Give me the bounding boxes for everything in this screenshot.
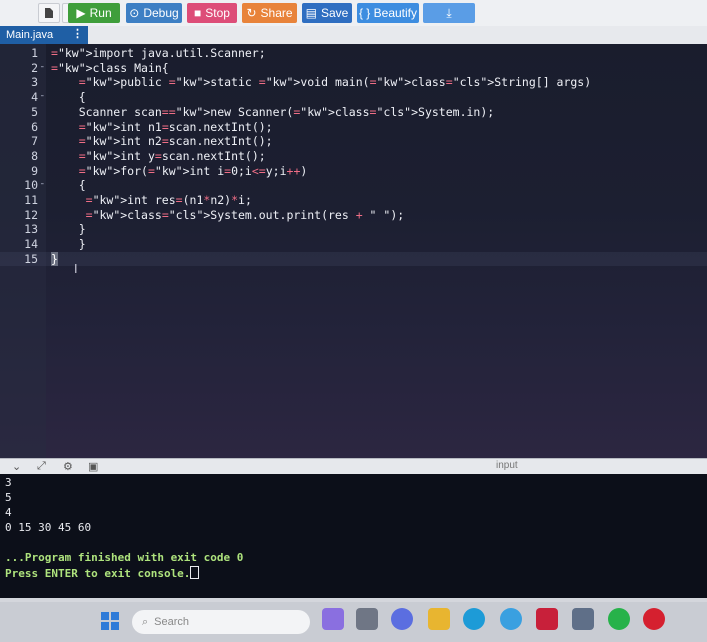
task-view-icon[interactable] (356, 608, 378, 630)
chrome-browser-icon[interactable] (500, 608, 522, 630)
code-line[interactable]: 12 ="kw">class="cls">System.out.print(re… (0, 208, 707, 223)
line-number: 8 (31, 148, 38, 163)
run-button[interactable]: ▶ Run (68, 3, 120, 23)
stop-button[interactable]: ■ Stop (187, 3, 237, 23)
download-button[interactable]: ⤓ (423, 3, 475, 23)
collapse-chevron-icon[interactable]: ⌄ (12, 460, 21, 473)
console-caret (190, 566, 200, 579)
share-icon: ↻ (246, 6, 257, 20)
file-icon (45, 8, 53, 18)
fold-toggle-icon[interactable]: ⁃ (40, 178, 45, 193)
tab-menu-icon[interactable]: ⋮ (72, 27, 83, 40)
code-text: ="kw">public ="kw">static ="kw">void mai… (78, 75, 592, 90)
text-cursor-icon: I (74, 262, 78, 276)
expand-icon[interactable]: ⤢ (37, 460, 46, 473)
line-number: 9 (31, 163, 38, 178)
code-text: ="kw">for(="kw">int i=0;i<=y;i++) (78, 163, 308, 178)
line-number: 14 (24, 237, 38, 252)
debug-icon: ⊙ (129, 6, 140, 20)
save-button[interactable]: ▤ Save (302, 3, 352, 23)
console-line: 4 (5, 506, 12, 519)
microsoft-store-icon[interactable] (572, 608, 594, 630)
debug-button[interactable]: ⊙ Debug (126, 3, 182, 23)
code-line[interactable]: 15} (0, 251, 707, 267)
code-line[interactable]: 6 ="kw">int n1=scan.nextInt(); (0, 120, 707, 135)
code-text: ="kw">int y=scan.nextInt(); (78, 148, 266, 163)
code-line[interactable]: 10 ⁃ { (0, 178, 707, 193)
code-line[interactable]: 14 } (0, 237, 707, 252)
line-number: 2 (31, 60, 38, 75)
code-text: ="kw">int n2=scan.nextInt(); (78, 134, 273, 149)
code-text: ="kw">import java.util.Scanner; (51, 46, 266, 60)
console-toolbar: ⌄ ⤢ ⚙ ▣ input (0, 458, 707, 475)
line-number: 1 (31, 46, 38, 60)
line-number: 4 (31, 90, 38, 105)
file-explorer-icon[interactable] (428, 608, 450, 630)
code-line[interactable]: 3 ="kw">public ="kw">static ="kw">void m… (0, 75, 707, 90)
clear-console-icon[interactable]: ▣ (88, 460, 98, 473)
code-text: ="kw">class Main{ (51, 60, 169, 75)
file-tab-bar: Main.java ⋮ (0, 26, 707, 45)
line-number: 13 (24, 222, 38, 237)
copilot-icon[interactable] (322, 608, 344, 630)
code-text: } (51, 222, 86, 237)
code-line[interactable]: 5 Scanner scan=="kw">new Scanner(="kw">c… (0, 105, 707, 120)
code-text: Scanner scan=="kw">new Scanner(="kw">cla… (51, 104, 495, 119)
fold-toggle-icon[interactable]: ⁃ (40, 90, 45, 105)
search-placeholder: Search (154, 616, 190, 628)
opera-browser-icon[interactable] (643, 608, 665, 630)
code-text: ="kw">int res=(n1*n2)*i; (85, 193, 252, 207)
taskbar-search[interactable]: ⌕ Search (132, 610, 310, 634)
tab-main-java[interactable]: Main.java ⋮ (0, 26, 88, 44)
code-line[interactable]: 1 ="kw">import java.util.Scanner; (0, 46, 707, 61)
search-icon: ⌕ (142, 615, 149, 628)
stop-icon: ■ (194, 6, 202, 20)
line-number: 5 (31, 104, 38, 119)
input-label: input (496, 460, 518, 471)
line-number: 6 (31, 119, 38, 134)
toolbar: ▶ Run ⊙ Debug ■ Stop ↻ Share ▤ Save { } Beaut… (0, 0, 707, 27)
fold-toggle-icon[interactable]: ⁃ (40, 61, 45, 76)
share-button[interactable]: ↻ Share (242, 3, 297, 23)
code-line[interactable]: 2 ⁃ ="kw">class Main{ (0, 61, 707, 76)
beautify-button[interactable]: { } Beautify (357, 3, 419, 23)
settings-gear-icon[interactable]: ⚙ (63, 460, 73, 473)
mcafee-icon[interactable] (536, 608, 558, 630)
windows-start-icon[interactable] (100, 611, 120, 631)
code-text: } (51, 237, 86, 252)
code-text: ="kw">class="cls">System.out.print(res +… (85, 207, 405, 222)
code-line[interactable]: 7 ="kw">int n2=scan.nextInt(); (0, 134, 707, 149)
code-line[interactable]: 8 ="kw">int y=scan.nextInt(); (0, 149, 707, 164)
download-icon: ⤓ (446, 5, 452, 20)
line-number: 12 (24, 207, 38, 222)
code-line[interactable]: 13 } (0, 222, 707, 237)
line-number: 11 (24, 193, 38, 207)
exit-message: ...Program finished with exit code 0 (5, 551, 244, 564)
line-number: 15 (24, 251, 38, 266)
console-output[interactable]: 3 5 4 0 15 30 45 60 ...Program finished … (0, 474, 707, 598)
code-text: { (51, 178, 86, 193)
console-line: 3 (5, 476, 12, 489)
code-line[interactable]: 4 ⁃ { (0, 90, 707, 105)
code-text: ="kw">int n1=scan.nextInt(); (78, 119, 273, 134)
console-line: 5 (5, 491, 12, 504)
line-number: 7 (31, 134, 38, 149)
whatsapp-icon[interactable] (608, 608, 630, 630)
console-line: 0 15 30 45 60 (5, 521, 92, 534)
play-icon: ▶ (76, 6, 86, 20)
save-icon: ▤ (305, 6, 317, 20)
line-number: 3 (31, 75, 38, 90)
code-text: { (51, 90, 86, 105)
edge-browser-icon[interactable] (463, 608, 485, 630)
code-line[interactable]: 9 ="kw">for(="kw">int i=0;i<=y;i++) (0, 164, 707, 179)
code-line[interactable]: 11 ="kw">int res=(n1*n2)*i; (0, 193, 707, 208)
console-prompt-line: Press ENTER to exit console. (5, 566, 200, 581)
chat-icon[interactable] (391, 608, 413, 630)
line-number: 10 (24, 178, 38, 193)
code-text: } (51, 251, 58, 266)
code-editor[interactable]: 1 ="kw">import java.util.Scanner; 2 ⁃ ="kw">… (0, 44, 707, 458)
new-file-button[interactable] (38, 3, 60, 23)
